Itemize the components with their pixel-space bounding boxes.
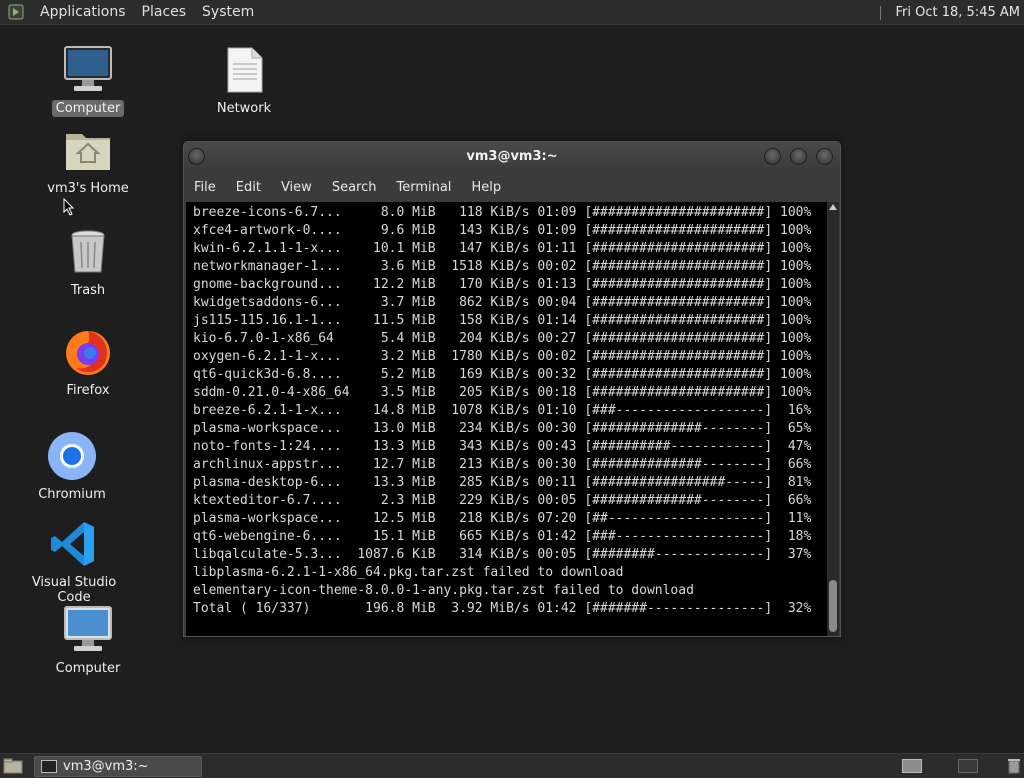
terminal-line: breeze-6.2.1-1-x... 14.8 MiB 1078 KiB/s … <box>193 403 812 418</box>
show-desktop-icon[interactable] <box>3 758 23 774</box>
workspace-switcher-1[interactable] <box>902 759 922 773</box>
menu-terminal[interactable]: Terminal <box>386 180 461 195</box>
document-icon <box>218 44 270 96</box>
scrollbar-thumb[interactable] <box>829 580 837 632</box>
terminal-line: noto-fonts-1:24.... 13.3 MiB 343 KiB/s 0… <box>193 439 812 454</box>
terminal-line: oxygen-6.2.1-1-x... 3.2 MiB 1780 KiB/s 0… <box>193 349 812 364</box>
panel-separator <box>879 5 888 20</box>
taskbar-item-label: vm3@vm3:~ <box>63 759 149 774</box>
menu-help[interactable]: Help <box>461 180 511 195</box>
minimize-button[interactable] <box>764 148 781 165</box>
desktop-icon-label: Firefox <box>66 383 110 398</box>
terminal-line: plasma-workspace... 13.0 MiB 234 KiB/s 0… <box>193 421 812 436</box>
home-folder-icon <box>62 124 114 176</box>
desktop-icon-label: Computer <box>55 661 121 676</box>
system-menu[interactable]: System <box>194 4 262 20</box>
terminal-line: gnome-background... 12.2 MiB 170 KiB/s 0… <box>193 277 812 292</box>
desktop-icon-computer-2[interactable]: Computer <box>28 604 148 677</box>
desktop-icon-computer[interactable]: Computer <box>28 44 148 117</box>
desktop-icon-vscode[interactable]: Visual Studio Code <box>14 518 134 606</box>
desktop-icon-firefox[interactable]: Firefox <box>28 326 148 399</box>
terminal-line: ktexteditor-6.7.... 2.3 MiB 229 KiB/s 00… <box>193 493 812 508</box>
trash-icon <box>62 226 114 278</box>
terminal-line: js115-115.16.1-1... 11.5 MiB 158 KiB/s 0… <box>193 313 812 328</box>
terminal-line: libqalculate-5.3... 1087.6 KiB 314 KiB/s… <box>193 547 812 562</box>
terminal-line: plasma-workspace... 12.5 MiB 218 KiB/s 0… <box>193 511 812 526</box>
desktop-icon-label: vm3's Home <box>47 181 129 196</box>
mouse-pointer-icon <box>63 198 75 216</box>
desktop-icon-home[interactable]: vm3's Home <box>28 124 148 197</box>
chromium-icon <box>46 430 98 482</box>
terminal-output[interactable]: breeze-icons-6.7... 8.0 MiB 118 KiB/s 01… <box>186 202 827 636</box>
desktop-icon-label: Network <box>216 101 272 116</box>
menu-file[interactable]: File <box>184 180 226 195</box>
terminal-line: kwin-6.2.1.1-1-x... 10.1 MiB 147 KiB/s 0… <box>193 241 812 256</box>
desktop-icon-network[interactable]: Network <box>184 44 304 117</box>
clock-applet[interactable]: Fri Oct 18, 5:45 AM <box>879 0 1020 25</box>
maximize-button[interactable] <box>790 148 807 165</box>
terminal-line: sddm-0.21.0-4-x86_64 3.5 MiB 205 KiB/s 0… <box>193 385 812 400</box>
workspace-switcher-2[interactable] <box>958 759 978 773</box>
close-button[interactable] <box>816 148 833 165</box>
terminal-line: breeze-icons-6.7... 8.0 MiB 118 KiB/s 01… <box>193 205 812 220</box>
terminal-icon <box>41 760 57 773</box>
terminal-line: Total ( 16/337) 196.8 MiB 3.92 MiB/s 01:… <box>193 601 812 616</box>
clock-text[interactable]: Fri Oct 18, 5:45 AM <box>896 5 1020 20</box>
terminal-line: archlinux-appstr... 12.7 MiB 213 KiB/s 0… <box>193 457 812 472</box>
scroll-up-arrow-icon[interactable] <box>829 204 837 210</box>
terminal-line: qt6-webengine-6.... 15.1 MiB 665 KiB/s 0… <box>193 529 812 544</box>
terminal-line: plasma-desktop-6... 13.3 MiB 285 KiB/s 0… <box>193 475 812 490</box>
applications-menu-icon[interactable] <box>8 4 24 20</box>
taskbar-item-terminal[interactable]: vm3@vm3:~ <box>34 756 202 777</box>
monitor-icon <box>62 604 114 656</box>
terminal-line: qt6-quick3d-6.8.... 5.2 MiB 169 KiB/s 00… <box>193 367 812 382</box>
vscode-icon <box>48 518 100 570</box>
window-title: vm3@vm3:~ <box>466 149 558 164</box>
places-menu[interactable]: Places <box>134 4 195 20</box>
terminal-line: xfce4-artwork-0.... 9.6 MiB 143 KiB/s 01… <box>193 223 812 238</box>
terminal-line: kwidgetsaddons-6... 3.7 MiB 862 KiB/s 00… <box>193 295 812 310</box>
monitor-icon <box>62 44 114 96</box>
terminal-line: kio-6.7.0-1-x86_64 5.4 MiB 204 KiB/s 00:… <box>193 331 812 346</box>
applications-menu[interactable]: Applications <box>32 4 134 20</box>
top-panel: Applications Places System Fri Oct 18, 5… <box>0 0 1024 25</box>
terminal-line: networkmanager-1... 3.6 MiB 1518 KiB/s 0… <box>193 259 812 274</box>
terminal-menubar: File Edit View Search Terminal Help <box>184 172 840 202</box>
terminal-window[interactable]: vm3@vm3:~ File Edit View Search Terminal… <box>183 141 841 637</box>
menu-edit[interactable]: Edit <box>226 180 271 195</box>
terminal-line: libplasma-6.2.1-1-x86_64.pkg.tar.zst fai… <box>193 565 624 580</box>
bottom-panel: vm3@vm3:~ <box>0 753 1024 778</box>
desktop-icon-label: Visual Studio Code <box>31 575 117 605</box>
desktop-icon-label: Computer <box>51 100 125 117</box>
trash-applet-icon[interactable] <box>1008 758 1020 774</box>
menu-view[interactable]: View <box>271 180 322 195</box>
title-bar[interactable]: vm3@vm3:~ <box>184 142 840 172</box>
desktop-icon-chromium[interactable]: Chromium <box>12 430 132 503</box>
desktop-icon-label: Trash <box>70 283 106 298</box>
desktop-icon-trash[interactable]: Trash <box>28 226 148 299</box>
desktop-icon-label: Chromium <box>38 487 106 502</box>
firefox-icon <box>62 326 114 378</box>
menu-search[interactable]: Search <box>322 180 387 195</box>
terminal-line: elementary-icon-theme-8.0.0-1-any.pkg.ta… <box>193 583 694 598</box>
terminal-scrollbar[interactable] <box>827 202 839 636</box>
